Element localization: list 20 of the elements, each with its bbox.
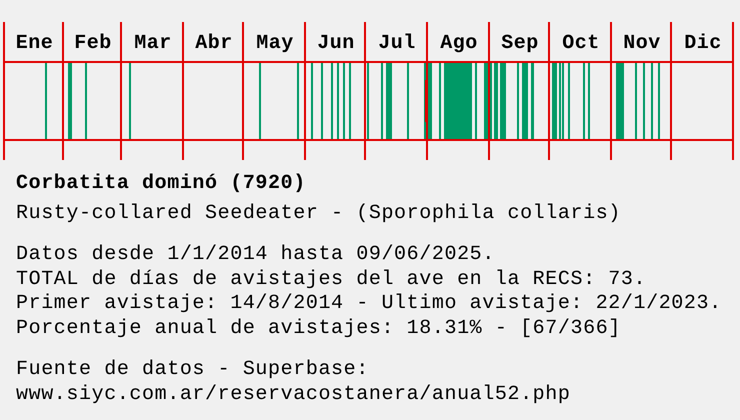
month-label: Ene	[16, 32, 54, 55]
stats-line: Datos desde 1/1/2014 hasta 09/06/2025.	[16, 243, 496, 268]
month-label: Abr	[195, 32, 233, 55]
species-subtitle: Rusty-collared Seedeater - (Sporophila collaris)	[16, 202, 622, 226]
month-label: Ago	[440, 32, 478, 55]
month-label: Dic	[684, 32, 722, 55]
month-label: Feb	[74, 32, 112, 55]
month-label: May	[256, 32, 294, 55]
source-line: Fuente de datos - Superbase:	[16, 358, 370, 382]
stats-line: TOTAL de días de avistajes del ave en la RECS: 73.	[16, 268, 648, 292]
month-label: Mar	[134, 32, 172, 55]
species-title: Corbatita dominó (7920)	[16, 172, 307, 196]
month-label: Oct	[562, 32, 600, 55]
month-label: Jul	[378, 32, 416, 55]
month-label: Jun	[317, 32, 355, 55]
stats-line: Porcentaje anual de avistajes: 18.31% - [67/366]	[16, 316, 622, 341]
stats-line: Primer avistaje: 14/8/2014 - Ultimo avistaje: 22/1/2023.	[16, 292, 723, 316]
month-label: Sep	[501, 32, 539, 55]
source-line: www.siyc.com.ar/reservacostanera/anual52.php	[16, 382, 572, 407]
month-label: Nov	[623, 32, 661, 55]
